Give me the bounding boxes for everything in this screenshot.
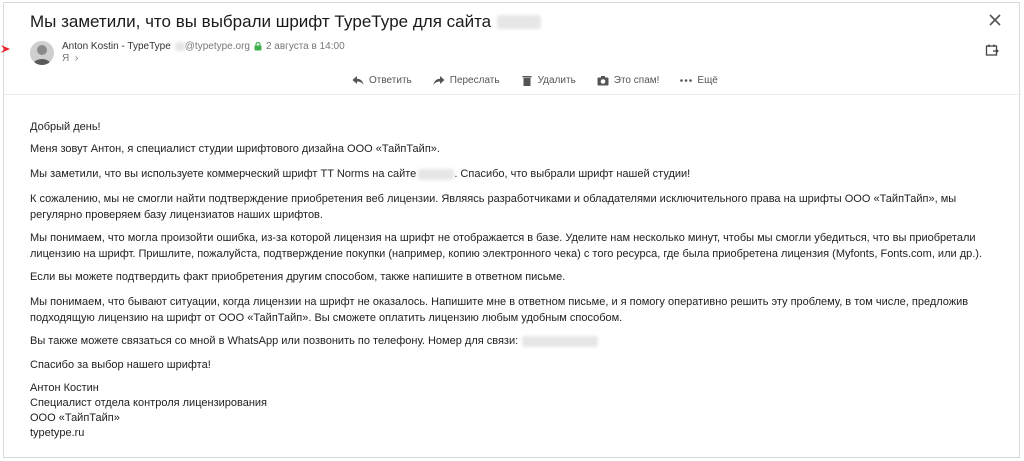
subject-row: Мы заметили, что вы выбрали шрифт TypeTy… (30, 11, 542, 33)
sender-line: Anton Kostin - TypeType @typetype.org 2 … (62, 41, 345, 52)
signature: Антон Костин Специалист отдела контроля … (30, 381, 267, 441)
recipient: Я (62, 53, 70, 64)
paragraph-intro: Меня зовут Антон, я специалист студии шр… (30, 143, 440, 155)
paragraph-noticed-end: . Спасибо, что выбрали шрифт нашей студи… (454, 168, 691, 180)
redacted-site (418, 168, 455, 180)
forward-button[interactable]: Переслать (433, 75, 500, 86)
signature-title: Специалист отдела контроля лицензировани… (30, 397, 268, 409)
email-window: Мы заметили, что вы выбрали шрифт TypeTy… (1, 2, 1021, 458)
sender-email[interactable]: @typetype.org (185, 41, 250, 52)
email-date: 2 августа в 14:00 (265, 41, 345, 52)
paragraph-other-proof: Если вы можете подтвердить факт приобрет… (30, 271, 566, 283)
sender-name[interactable]: Anton Kostin - TypeType (62, 41, 171, 52)
email-subject: Мы заметили, что вы выбрали шрифт TypeTy… (30, 12, 492, 31)
signature-website[interactable]: typetype.ru (30, 426, 267, 441)
avatar-photo-icon (30, 41, 54, 65)
avatar[interactable] (30, 41, 54, 65)
signature-company: ООО «ТайпТайп» (30, 412, 120, 424)
trash-icon (522, 76, 532, 86)
toolbar-divider (4, 94, 1021, 95)
paragraph-request-proof: Мы понимаем, что могла произойти ошибка,… (30, 232, 983, 260)
redacted-domain (497, 15, 542, 29)
more-button[interactable]: Ещё (680, 75, 718, 86)
reply-button[interactable]: Ответить (352, 75, 412, 86)
spam-label: Это спам! (613, 75, 660, 86)
paragraph-license-missing: К сожалению, мы не смогли найти подтверж… (30, 193, 957, 221)
paragraph-contact-text: Вы также можете связаться со мной в What… (30, 335, 519, 347)
paragraph-noticed: Мы заметили, что вы используете коммерче… (30, 166, 1005, 182)
reply-label: Ответить (369, 75, 412, 86)
reply-icon (352, 76, 364, 85)
more-dots-icon (680, 79, 693, 82)
paragraph-offer: Мы понимаем, что бывают ситуации, когда … (30, 296, 969, 324)
signature-name: Антон Костин (30, 382, 99, 394)
greeting: Добрый день! (30, 121, 101, 133)
spam-button[interactable]: Это спам! (597, 75, 660, 86)
delete-label: Удалить (537, 75, 576, 86)
calendar-reminder-button[interactable] (985, 43, 999, 57)
spam-icon (597, 76, 609, 86)
recipient-line[interactable]: Я › (62, 53, 78, 64)
forward-label: Переслать (449, 75, 500, 86)
redacted-phone (522, 335, 599, 347)
recipient-expand-icon: › (75, 53, 79, 64)
message-toolbar: Ответить Переслать Удалить Это спам! Ещё (352, 75, 739, 86)
paragraph-thanks: Спасибо за выбор нашего шрифта! (30, 359, 211, 371)
importance-flag-icon[interactable] (1, 44, 11, 54)
secure-lock-icon (254, 42, 262, 51)
paragraph-noticed-start: Мы заметили, что вы используете коммерче… (30, 168, 417, 180)
calendar-reminder-icon (985, 44, 999, 56)
delete-button[interactable]: Удалить (521, 75, 576, 86)
close-icon (989, 14, 1001, 26)
more-label: Ещё (697, 75, 718, 86)
redacted-email-user (174, 42, 185, 51)
forward-icon (433, 76, 445, 85)
close-button[interactable] (985, 10, 1005, 30)
paragraph-contact: Вы также можете связаться со мной в What… (30, 333, 1005, 349)
